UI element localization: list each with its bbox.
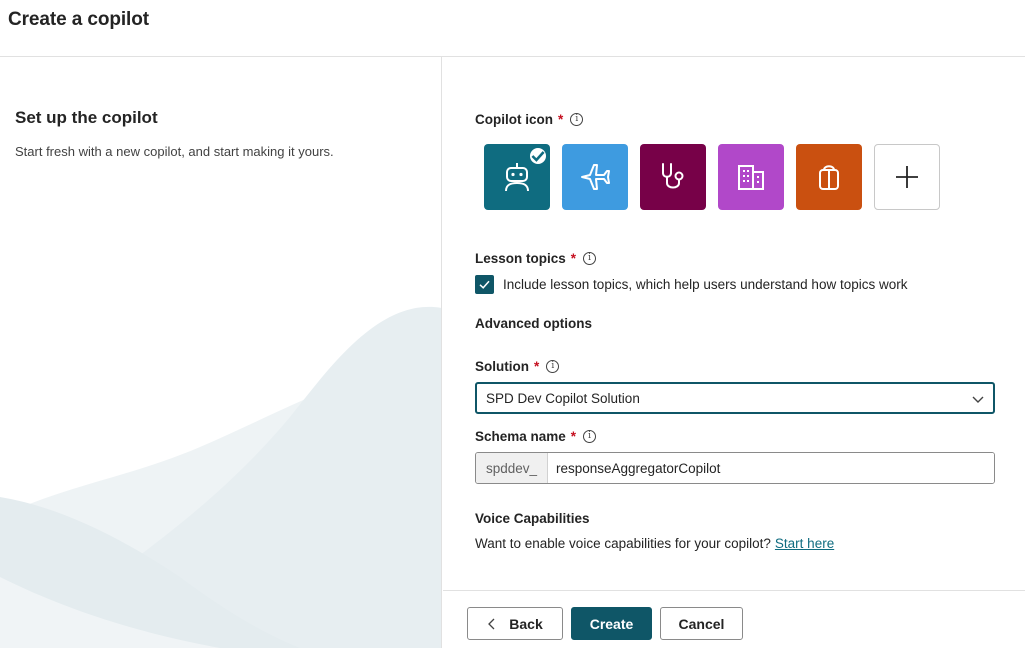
schema-name-field: spddev_ [475,452,995,484]
lesson-topics-checkbox[interactable] [475,275,494,294]
lesson-topics-checkbox-label: Include lesson topics, which help users … [503,277,908,292]
advanced-options-text: Advanced options [475,316,593,331]
footer-actions: Back Create Cancel [443,590,1025,648]
advanced-options-heading: Advanced options [475,316,592,331]
voice-capabilities-description: Want to enable voice capabilities for yo… [475,536,834,551]
back-button-label: Back [509,615,543,632]
voice-description-text: Want to enable voice capabilities for yo… [475,536,771,551]
icon-option-building[interactable] [718,144,784,210]
chevron-down-icon [972,396,984,403]
schema-prefix: spddev_ [476,453,548,483]
required-mark: * [558,112,564,127]
voice-capabilities-text: Voice Capabilities [475,511,590,526]
left-panel: Set up the copilot Start fresh with a ne… [0,57,442,648]
add-icon-button[interactable] [874,144,940,210]
lesson-topics-label-text: Lesson topics [475,251,566,266]
form-panel: Copilot icon * i Lesson topics * i Inclu… [443,57,1025,648]
solution-selected-value: SPD Dev Copilot Solution [486,390,640,406]
required-mark: * [570,251,577,266]
required-mark: * [534,359,540,374]
page-header: Create a copilot [0,0,1025,57]
icon-option-gift[interactable] [796,144,862,210]
setup-heading: Set up the copilot [15,108,158,127]
add-icon [896,166,918,188]
robot-icon [505,163,529,192]
create-button[interactable]: Create [571,607,652,640]
chevron-left-icon [488,618,495,629]
solution-dropdown[interactable]: SPD Dev Copilot Solution [475,382,995,414]
copilot-icon-label-text: Copilot icon [475,112,553,127]
lesson-topics-label: Lesson topics * i [475,251,597,266]
info-icon[interactable]: i [583,252,597,265]
schema-name-label: Schema name * i [475,429,597,444]
voice-capabilities-heading: Voice Capabilities [475,511,590,526]
start-here-link[interactable]: Start here [775,536,834,551]
building-icon [738,165,764,190]
stethoscope-icon [662,163,684,189]
schema-name-label-text: Schema name [475,429,566,444]
copilot-icon-label: Copilot icon * i [475,112,584,127]
required-mark: * [570,429,577,444]
icon-option-robot[interactable] [484,144,550,210]
info-icon[interactable]: i [570,113,584,126]
airplane-icon [581,164,610,190]
solution-label: Solution * i [475,359,560,374]
info-icon[interactable]: i [583,430,597,443]
checkmark-icon [479,280,490,289]
lesson-topics-checkbox-row[interactable]: Include lesson topics, which help users … [475,275,907,294]
info-icon[interactable]: i [546,360,560,373]
copilot-icon-picker [484,144,940,210]
back-button[interactable]: Back [467,607,563,640]
icon-option-stethoscope[interactable] [640,144,706,210]
gift-icon [819,165,839,190]
cancel-button[interactable]: Cancel [660,607,743,640]
selected-check-icon [530,148,546,164]
setup-description: Start fresh with a new copilot, and star… [15,144,334,159]
page-title: Create a copilot [8,9,149,30]
schema-name-input[interactable] [548,453,994,483]
icon-option-airplane[interactable] [562,144,628,210]
solution-label-text: Solution [475,359,529,374]
